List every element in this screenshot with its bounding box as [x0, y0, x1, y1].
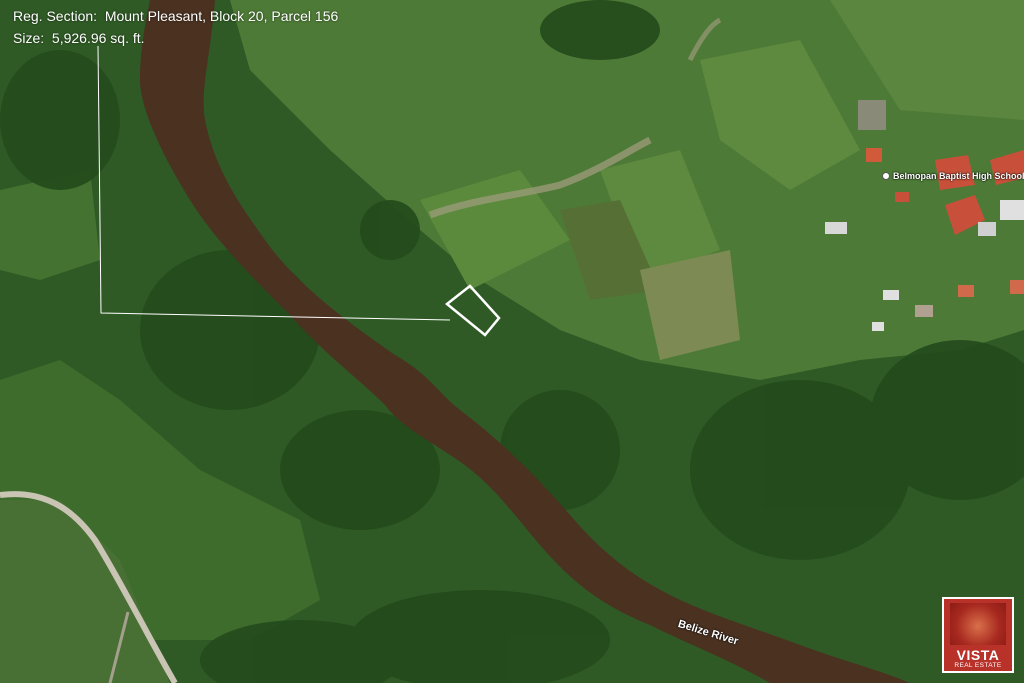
satellite-image [0, 0, 1024, 683]
logo-tagline: REAL ESTATE [954, 662, 1002, 669]
school-map-label[interactable]: Belmopan Baptist High School [893, 171, 1024, 181]
parcel-registration-label: Reg. Section: Mount Pleasant, Block 20, … [13, 8, 339, 24]
parcel-size-label: Size: 5,926.96 sq. ft. [13, 30, 145, 46]
aerial-map-view: Reg. Section: Mount Pleasant, Block 20, … [0, 0, 1024, 683]
logo-brand-name: VISTA [956, 647, 1000, 663]
vista-real-estate-logo: VISTA REAL ESTATE [942, 597, 1014, 673]
place-pin-icon[interactable] [882, 172, 890, 180]
jaguar-logo-icon [950, 603, 1006, 645]
